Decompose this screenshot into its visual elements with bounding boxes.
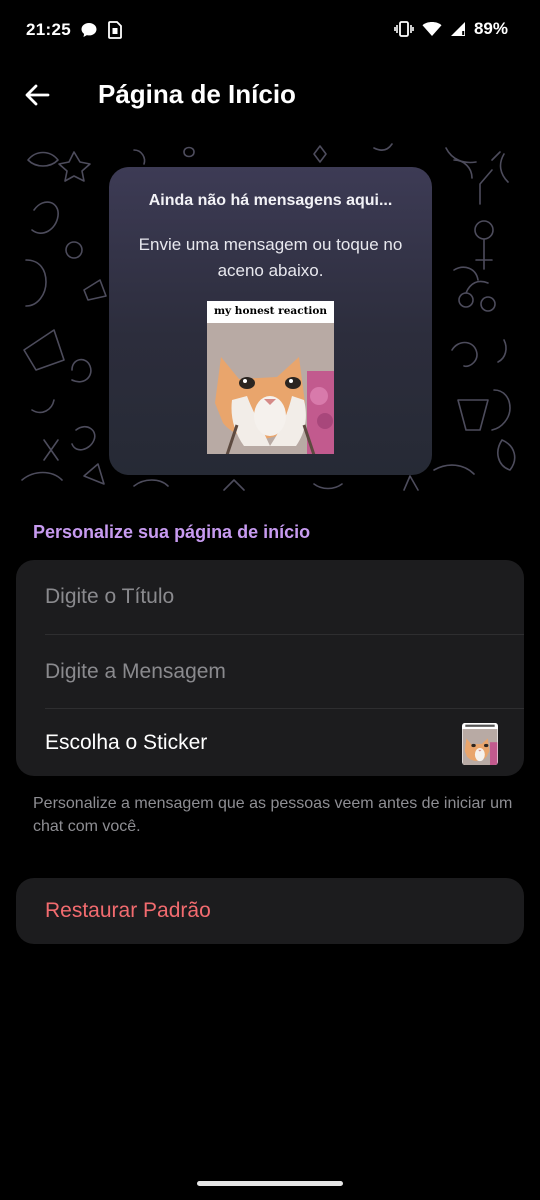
cat-sticker-thumb-image [462,723,498,765]
message-placeholder: Digite a Mensagem [45,659,226,683]
restore-default-button[interactable]: Restaurar Padrão [16,878,524,944]
greeting-card: Ainda não há mensagens aqui... Envie uma… [109,167,432,475]
status-bar: 21:25 89% [0,0,540,62]
title-input[interactable]: Digite o Título [45,560,524,634]
cell-signal-icon [450,22,465,36]
greeting-title: Ainda não há mensagens aqui... [148,192,393,209]
back-button[interactable] [18,76,56,114]
customize-section-label: Personalize sua página de início [33,522,311,542]
choose-sticker-label: Escolha o Sticker [45,730,208,754]
status-time: 21:25 [26,20,71,39]
greeting-message: Envie uma mensagem ou toque no aceno aba… [138,235,403,280]
helper-text: Personalize a mensagem que as pessoas ve… [33,795,513,835]
greeting-preview: Ainda não há mensagens aqui... Envie uma… [14,140,526,502]
restore-default-label: Restaurar Padrão [45,899,211,922]
app-bar: Página de Início [0,62,540,126]
message-input[interactable]: Digite a Mensagem [45,634,524,708]
page-title: Página de Início [98,79,296,109]
sticker-thumbnail[interactable] [462,723,498,765]
cat-sticker-image [207,323,334,454]
battery-level: 89% [473,19,508,38]
choose-sticker-row[interactable]: Escolha o Sticker [45,708,524,776]
customize-card: Digite o Título Digite a Mensagem Escolh… [16,560,524,776]
sim-card-icon [108,21,122,39]
cat-sticker: my honest reaction [207,301,334,454]
chat-bubble-icon [81,23,97,37]
arrow-left-icon [25,84,50,106]
home-indicator[interactable] [197,1181,343,1186]
wifi-icon [422,22,442,36]
vibrate-icon [394,21,414,37]
title-placeholder: Digite o Título [45,585,175,608]
